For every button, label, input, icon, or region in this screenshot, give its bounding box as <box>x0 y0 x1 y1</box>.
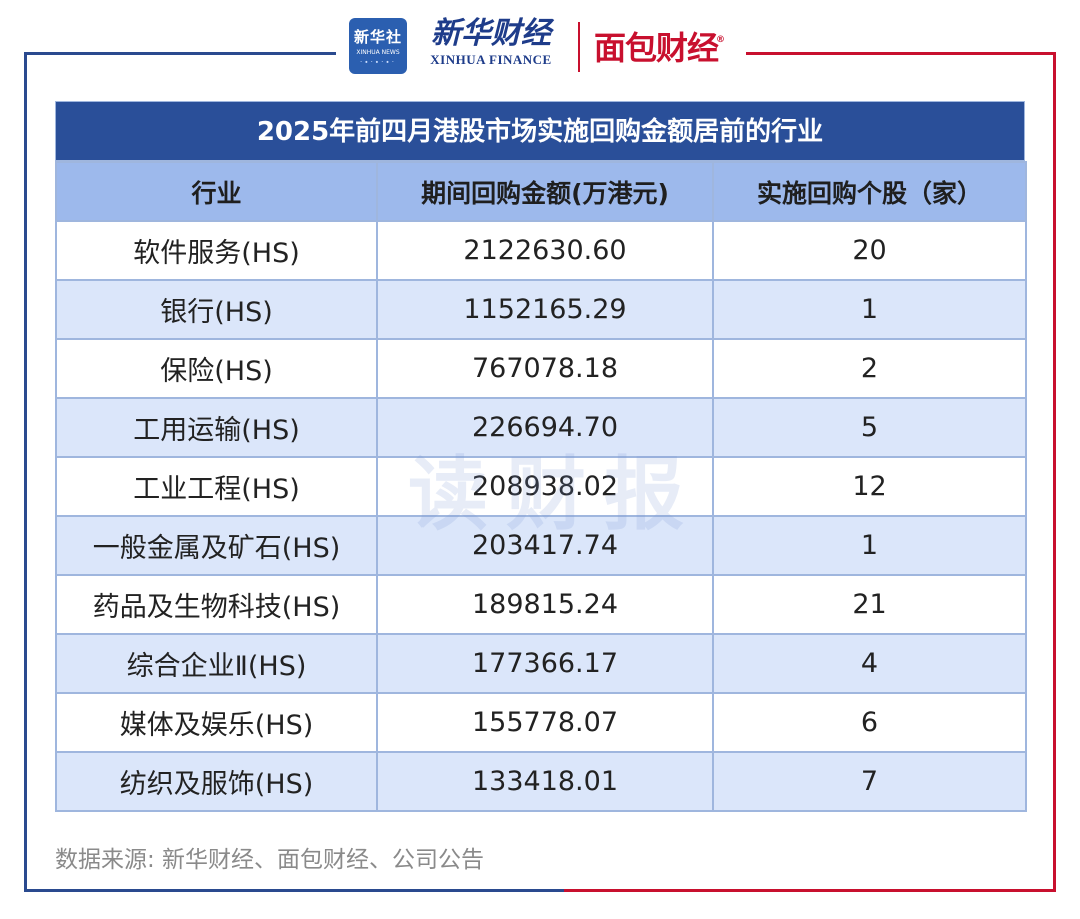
cell-amount: 208938.02 <box>376 456 714 517</box>
cell-industry: 保险(HS) <box>55 338 378 399</box>
registered-mark: ® <box>716 35 725 45</box>
cell-count: 2 <box>712 338 1027 399</box>
cell-amount: 189815.24 <box>376 574 714 635</box>
cell-count: 1 <box>712 515 1027 576</box>
xinhua-finance-cn: 新华财经 <box>431 16 551 51</box>
cell-industry: 一般金属及矿石(HS) <box>55 515 378 576</box>
xinhua-badge-en: XINHUA NEWS <box>356 49 400 56</box>
cell-count: 12 <box>712 456 1027 517</box>
table-row: 保险(HS) 767078.18 2 <box>55 338 1027 399</box>
table-row: 工业工程(HS) 208938.02 12 <box>55 456 1027 517</box>
xinhua-news-logo: 新华社 XINHUA NEWS ·∙·∙·∙· <box>349 18 407 74</box>
header-logos: 新华社 XINHUA NEWS ·∙·∙·∙· 新华财经 XINHUA FINA… <box>0 14 1080 78</box>
table-row: 工用运输(HS) 226694.70 5 <box>55 397 1027 458</box>
cell-count: 6 <box>712 692 1027 753</box>
cell-amount: 177366.17 <box>376 633 714 694</box>
buyback-table-container: 2025年前四月港股市场实施回购金额居前的行业 行业 期间回购金额(万港元) 实… <box>55 101 1027 812</box>
cell-industry: 工业工程(HS) <box>55 456 378 517</box>
header-buyback-amount: 期间回购金额(万港元) <box>376 161 714 222</box>
cell-industry: 药品及生物科技(HS) <box>55 574 378 635</box>
frame-bottom-right-border <box>564 889 1056 892</box>
frame-bottom-left-border <box>24 889 564 892</box>
cell-count: 7 <box>712 751 1027 812</box>
cell-amount: 767078.18 <box>376 338 714 399</box>
table-header-row: 行业 期间回购金额(万港元) 实施回购个股（家） <box>55 161 1027 222</box>
xinhua-badge-cn: 新华社 <box>353 28 402 46</box>
table-title: 2025年前四月港股市场实施回购金额居前的行业 <box>55 101 1025 161</box>
cell-industry: 综合企业Ⅱ(HS) <box>55 633 378 694</box>
cell-industry: 纺织及服饰(HS) <box>55 751 378 812</box>
cell-industry: 工用运输(HS) <box>55 397 378 458</box>
mianbao-logo-text: 面包财经 <box>594 29 719 67</box>
cell-amount: 2122630.60 <box>376 220 714 281</box>
header-industry: 行业 <box>55 161 378 222</box>
cell-count: 21 <box>712 574 1027 635</box>
mianbao-finance-logo: 面包财经 ® <box>594 28 725 68</box>
cell-count: 4 <box>712 633 1027 694</box>
cell-industry: 银行(HS) <box>55 279 378 340</box>
table-row: 媒体及娱乐(HS) 155778.07 6 <box>55 692 1027 753</box>
cell-amount: 133418.01 <box>376 751 714 812</box>
header-stock-count: 实施回购个股（家） <box>712 161 1027 222</box>
buyback-table: 行业 期间回购金额(万港元) 实施回购个股（家） 软件服务(HS) 212263… <box>55 161 1027 812</box>
frame-right-border <box>1053 52 1056 892</box>
table-row: 纺织及服饰(HS) 133418.01 7 <box>55 751 1027 812</box>
xinhua-finance-en: XINHUA FINANCE <box>430 52 552 67</box>
table-row: 药品及生物科技(HS) 189815.24 21 <box>55 574 1027 635</box>
table-row: 一般金属及矿石(HS) 203417.74 1 <box>55 515 1027 576</box>
xinhua-finance-logo: 新华财经 XINHUA FINANCE <box>416 16 566 76</box>
table-row: 综合企业Ⅱ(HS) 177366.17 4 <box>55 633 1027 694</box>
cell-industry: 软件服务(HS) <box>55 220 378 281</box>
cell-amount: 203417.74 <box>376 515 714 576</box>
cell-count: 1 <box>712 279 1027 340</box>
cell-amount: 226694.70 <box>376 397 714 458</box>
data-source-note: 数据来源: 新华财经、面包财经、公司公告 <box>55 847 485 873</box>
logo-separator <box>578 22 580 72</box>
cell-industry: 媒体及娱乐(HS) <box>55 692 378 753</box>
cell-count: 5 <box>712 397 1027 458</box>
network-dots-icon: ·∙·∙·∙· <box>359 58 397 66</box>
cell-count: 20 <box>712 220 1027 281</box>
frame-left-border <box>24 52 27 892</box>
cell-amount: 1152165.29 <box>376 279 714 340</box>
table-row: 软件服务(HS) 2122630.60 20 <box>55 220 1027 281</box>
cell-amount: 155778.07 <box>376 692 714 753</box>
table-row: 银行(HS) 1152165.29 1 <box>55 279 1027 340</box>
